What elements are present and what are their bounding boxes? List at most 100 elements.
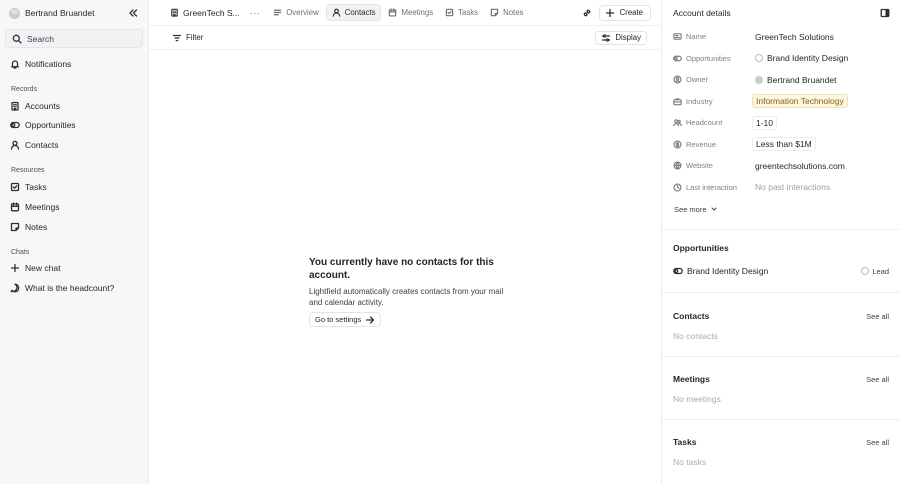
field-key-label: Website	[686, 161, 713, 171]
display-label: Display	[615, 33, 641, 42]
section-header: Meetings See all	[673, 371, 889, 387]
tab-label: Overview	[286, 8, 319, 17]
tab-label: Tasks	[458, 8, 479, 17]
sidebar-item-label: Opportunities	[25, 120, 76, 131]
sidebar-item-tasks[interactable]: Tasks	[0, 177, 148, 197]
plus-icon	[10, 263, 20, 273]
sidebar-item-label: Notifications	[25, 58, 72, 69]
opportunity-icon	[673, 54, 682, 63]
search-input[interactable]: Search	[5, 29, 143, 48]
field-industry[interactable]: Industry Information Technology	[662, 91, 900, 113]
toggle-panel-icon[interactable]	[880, 8, 890, 18]
see-more-label: See more	[674, 204, 707, 214]
owner-avatar	[755, 75, 763, 84]
opportunities-section: Opportunities Brand Identity Design Lead	[662, 230, 900, 292]
calendar-icon	[388, 8, 397, 17]
section-chats-title: Chats	[11, 248, 30, 256]
create-button[interactable]: Create	[598, 4, 651, 21]
opportunity-item[interactable]: Brand Identity Design Lead	[673, 263, 889, 279]
see-all-tasks-link[interactable]: See all	[866, 438, 889, 447]
field-value[interactable]: Less than $1M	[752, 137, 816, 152]
tab-label: Notes	[503, 8, 524, 17]
section-header: Opportunities	[673, 240, 889, 256]
field-name[interactable]: Name GreenTech Solutions	[662, 26, 900, 48]
industry-chip: Information Technology	[752, 94, 848, 109]
more-options-button[interactable]: ···	[250, 8, 261, 18]
avatar[interactable]: BB	[9, 7, 20, 19]
field-value[interactable]: Brand Identity Design	[755, 53, 848, 63]
sidebar-item-notifications[interactable]: Notifications	[0, 54, 148, 74]
see-all-contacts-link[interactable]: See all	[866, 312, 889, 321]
field-key-label: Owner	[686, 75, 709, 85]
go-to-settings-button[interactable]: Go to settings	[309, 312, 382, 327]
field-value[interactable]: Information Technology	[752, 94, 848, 109]
link-icon[interactable]	[579, 5, 595, 21]
stage-circle-icon	[755, 54, 763, 63]
tab-tasks[interactable]: Tasks	[440, 4, 483, 21]
field-owner[interactable]: Owner Bertrand Bruandet	[662, 69, 900, 91]
sidebar-item-contacts[interactable]: Contacts	[0, 135, 148, 155]
revenue-chip: Less than $1M	[752, 137, 816, 152]
field-revenue[interactable]: Revenue Less than $1M	[662, 134, 900, 156]
sidebar-item-notes[interactable]: Notes	[0, 217, 148, 237]
field-key-label: Name	[686, 32, 707, 42]
sidebar-item-meetings[interactable]: Meetings	[0, 197, 148, 217]
headcount-chip: 1-10	[752, 115, 778, 130]
tab-notes[interactable]: Notes	[485, 4, 528, 21]
collapse-sidebar-icon[interactable]	[126, 6, 140, 20]
field-value[interactable]: Bertrand Bruandet	[755, 75, 836, 85]
field-key-label: Headcount	[686, 118, 723, 128]
field-opportunities[interactable]: Opportunities Brand Identity Design	[662, 48, 900, 70]
section-header: Contacts See all	[673, 308, 889, 324]
search-placeholder: Search	[27, 33, 54, 44]
note-icon	[490, 8, 499, 17]
see-all-meetings-link[interactable]: See all	[866, 375, 889, 384]
tab-company[interactable]: GreenTech S...	[168, 4, 245, 21]
section-resources-title: Resources	[11, 167, 45, 175]
check-square-icon	[10, 182, 20, 192]
section-title: Contacts	[673, 311, 710, 321]
user-circle-icon	[673, 75, 682, 84]
sidebar-item-opportunities[interactable]: Opportunities	[0, 116, 148, 136]
tab-overview[interactable]: Overview	[268, 4, 324, 21]
section-header: Tasks See all	[673, 434, 889, 450]
field-key: Revenue	[673, 140, 755, 149]
website-link[interactable]: greentechsolutions.com	[755, 161, 845, 171]
field-value[interactable]: greentechsolutions.com	[755, 161, 845, 171]
field-headcount[interactable]: Headcount 1-10	[662, 112, 900, 134]
tasks-section: Tasks See all No tasks	[662, 420, 900, 467]
field-key-label: Opportunities	[686, 53, 731, 63]
field-last-interaction: Last interaction No past interactions	[662, 177, 900, 199]
field-value[interactable]: GreenTech Solutions	[755, 32, 834, 42]
field-value[interactable]: 1-10	[752, 115, 778, 130]
field-key: Owner	[673, 75, 755, 84]
filter-icon	[172, 33, 182, 43]
opportunity-icon	[10, 120, 20, 130]
stage-circle-icon	[861, 267, 870, 275]
overview-icon	[273, 8, 282, 17]
bell-icon	[10, 59, 20, 69]
tab-meetings[interactable]: Meetings	[383, 4, 438, 21]
field-website[interactable]: Website greentechsolutions.com	[662, 155, 900, 177]
arrow-right-icon	[365, 315, 375, 325]
meetings-section: Meetings See all No meetings	[662, 357, 900, 419]
sidebar-item-new-chat[interactable]: New chat	[0, 259, 148, 279]
filter-button[interactable]: Filter	[167, 31, 208, 45]
clock-icon	[673, 183, 682, 192]
user-name[interactable]: Bertrand Bruandet	[25, 8, 126, 18]
opportunity-name: Brand Identity Design	[687, 266, 769, 276]
display-button[interactable]: Display	[595, 30, 647, 45]
field-key: Headcount	[673, 118, 755, 127]
field-value-text: No past interactions	[755, 182, 831, 193]
sidebar-item-accounts[interactable]: Accounts	[0, 96, 148, 116]
create-label: Create	[619, 8, 643, 17]
check-square-icon	[445, 8, 454, 17]
field-key-label: Last interaction	[686, 182, 737, 192]
field-key: Industry	[673, 97, 755, 106]
tab-contacts[interactable]: Contacts	[325, 4, 382, 21]
sidebar-item-chat-headcount[interactable]: What is the headcount?	[0, 278, 148, 298]
field-key: Opportunities	[673, 54, 755, 63]
sidebar-item-label: Accounts	[25, 100, 60, 111]
user-icon	[10, 140, 20, 150]
see-more-button[interactable]: See more	[662, 198, 900, 220]
